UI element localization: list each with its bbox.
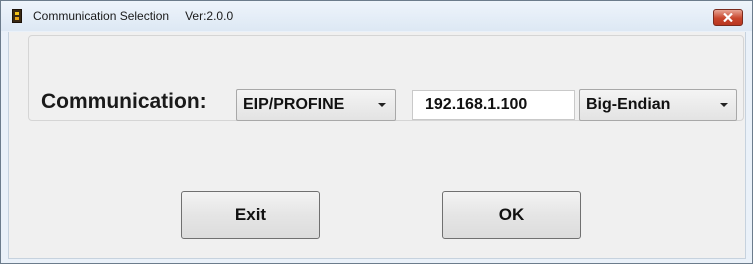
- ok-button[interactable]: OK: [442, 191, 581, 239]
- ip-address-input[interactable]: 192.168.1.100: [412, 90, 575, 120]
- window-title-area: Communication Selection Ver:2.0.0: [33, 8, 233, 24]
- dropdown-arrow-icon: [378, 103, 386, 107]
- plc-device-icon: [12, 9, 22, 23]
- protocol-selected-value: EIP/PROFINE: [243, 96, 345, 113]
- close-icon: [723, 13, 733, 22]
- dropdown-arrow-icon: [720, 103, 728, 107]
- communication-label: Communication:: [41, 90, 207, 113]
- byte-order-dropdown[interactable]: Big-Endian: [579, 89, 737, 121]
- exit-button[interactable]: Exit: [181, 191, 320, 239]
- protocol-dropdown[interactable]: EIP/PROFINE: [236, 89, 396, 121]
- ip-address-value: 192.168.1.100: [425, 96, 528, 113]
- window-title: Communication Selection: [33, 9, 170, 23]
- version-label: Ver:2.0.0: [185, 9, 234, 23]
- byte-order-selected-value: Big-Endian: [586, 96, 671, 113]
- title-bar[interactable]: Communication Selection Ver:2.0.0: [1, 1, 752, 31]
- close-button[interactable]: [713, 9, 743, 26]
